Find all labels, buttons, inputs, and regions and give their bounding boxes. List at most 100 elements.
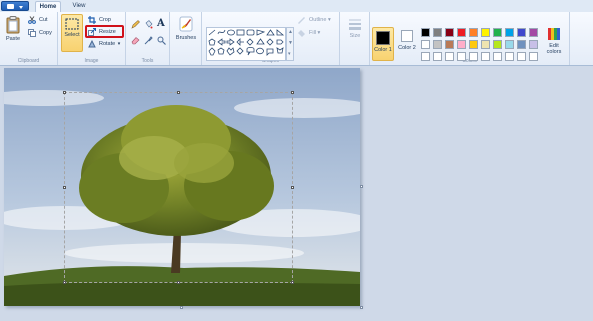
palette-swatch[interactable] <box>481 40 490 49</box>
edit-colors-button[interactable]: Edit colors <box>543 27 565 55</box>
select-label: Select <box>64 32 80 38</box>
palette-swatch[interactable] <box>505 40 514 49</box>
palette-swatch[interactable] <box>517 52 526 61</box>
palette-swatch[interactable] <box>505 52 514 61</box>
edit-colors-label: Edit colors <box>546 43 562 55</box>
palette-swatch[interactable] <box>421 52 430 61</box>
palette-swatch[interactable] <box>469 28 478 37</box>
paste-label: Paste <box>5 36 21 42</box>
palette-swatch[interactable] <box>445 40 454 49</box>
cut-button[interactable]: Cut <box>28 15 48 25</box>
palette-swatch[interactable] <box>457 52 466 61</box>
brushes-group: Brushes <box>170 12 202 65</box>
image-group: Select Crop Resize Rotate ▾ Image <box>58 12 126 65</box>
color-wheel-icon <box>548 28 560 40</box>
color2-button[interactable]: Color 2 <box>396 27 418 51</box>
select-button[interactable]: Select <box>61 14 83 52</box>
selection-handle-left[interactable] <box>63 186 66 189</box>
rotate-dropdown-icon[interactable]: ▾ <box>118 41 121 47</box>
tab-view[interactable]: View <box>66 1 92 12</box>
size-button[interactable]: Size <box>344 17 366 39</box>
color-picker-icon[interactable] <box>144 36 153 45</box>
outline-button[interactable]: Outline ▾ <box>297 15 331 25</box>
scroll-up-icon[interactable]: ▲ <box>288 29 293 35</box>
fill-icon <box>298 29 305 37</box>
palette-swatch[interactable] <box>469 52 478 61</box>
cut-label: Cut <box>39 17 48 23</box>
pencil-icon[interactable] <box>131 20 140 29</box>
line-width-icon <box>349 19 361 30</box>
palette-swatch[interactable] <box>529 40 538 49</box>
palette-swatch[interactable] <box>517 28 526 37</box>
rotate-label: Rotate <box>99 41 116 47</box>
palette-swatch[interactable] <box>493 28 502 37</box>
gallery-expand-icon[interactable]: ▾ <box>288 51 291 57</box>
palette-swatch[interactable] <box>505 28 514 37</box>
crop-button[interactable]: Crop <box>88 15 111 25</box>
selection-handle-bottom[interactable] <box>177 281 180 284</box>
selection-handle-bottom-right[interactable] <box>291 281 294 284</box>
canvas-resize-corner[interactable] <box>360 306 363 309</box>
copy-button[interactable]: Copy <box>28 28 52 38</box>
paint-menu-button[interactable] <box>1 1 29 11</box>
shapes-icons <box>208 29 285 56</box>
scroll-down-icon[interactable]: ▼ <box>288 40 293 46</box>
palette-swatch[interactable] <box>481 52 490 61</box>
selection-handle-bottom-left[interactable] <box>63 281 66 284</box>
selection-handle-top[interactable] <box>177 91 180 94</box>
selection-handle-top-right[interactable] <box>291 91 294 94</box>
palette-swatch[interactable] <box>469 40 478 49</box>
size-label: Size <box>349 33 361 39</box>
brushes-button[interactable]: Brushes <box>173 15 199 41</box>
brushes-label: Brushes <box>175 35 197 41</box>
selection-rectangle[interactable] <box>64 92 293 283</box>
eraser-icon[interactable] <box>131 36 140 45</box>
outline-label: Outline <box>309 17 327 23</box>
shapes-scroll[interactable]: ▲ ▼ ▾ <box>286 27 294 61</box>
selection-handle-right[interactable] <box>291 186 294 189</box>
ribbon: Paste Cut Copy Clipboard Select Crop Res… <box>0 12 593 66</box>
canvas-resize-right[interactable] <box>360 185 363 188</box>
text-tool-icon[interactable]: A <box>157 18 165 29</box>
copy-icon <box>28 28 36 37</box>
color2-label: Color 2 <box>398 45 416 51</box>
color1-button[interactable]: Color 1 <box>372 27 394 61</box>
selection-handle-top-left[interactable] <box>63 91 66 94</box>
color1-label: Color 1 <box>374 47 392 53</box>
palette-swatch[interactable] <box>481 28 490 37</box>
palette-swatch[interactable] <box>433 40 442 49</box>
magnifier-icon[interactable] <box>157 36 166 45</box>
palette-swatch[interactable] <box>457 28 466 37</box>
palette-swatch[interactable] <box>433 52 442 61</box>
palette-swatch[interactable] <box>445 28 454 37</box>
palette-swatch[interactable] <box>457 40 466 49</box>
crop-icon <box>88 15 96 24</box>
palette-swatch[interactable] <box>433 28 442 37</box>
rotate-icon <box>88 39 96 48</box>
palette-swatch[interactable] <box>529 52 538 61</box>
select-rectangle-icon <box>65 18 79 30</box>
shapes-gallery <box>206 27 286 61</box>
palette-swatch[interactable] <box>421 40 430 49</box>
canvas-resize-bottom[interactable] <box>180 306 183 309</box>
fill-bucket-icon[interactable] <box>144 20 153 29</box>
palette-swatch[interactable] <box>529 28 538 37</box>
palette-swatch[interactable] <box>517 40 526 49</box>
crop-highlight-annotation <box>85 25 124 38</box>
color1-swatch <box>376 31 390 45</box>
clipboard-group-label: Clipboard <box>17 58 40 64</box>
image-group-label: Image <box>84 58 99 64</box>
palette-swatch[interactable] <box>493 40 502 49</box>
palette-swatch[interactable] <box>493 52 502 61</box>
rotate-button[interactable]: Rotate ▾ <box>88 39 120 49</box>
paste-button[interactable]: Paste <box>3 16 23 42</box>
fill-button[interactable]: Fill ▾ <box>297 28 320 38</box>
crop-label: Crop <box>99 17 111 23</box>
brush-icon <box>179 16 193 32</box>
color2-swatch <box>401 30 413 42</box>
palette-swatch[interactable] <box>421 28 430 37</box>
size-group: Size <box>340 12 370 65</box>
clipboard-group: Paste Cut Copy Clipboard <box>0 12 58 65</box>
palette-swatch[interactable] <box>445 52 454 61</box>
outline-icon <box>298 16 305 24</box>
